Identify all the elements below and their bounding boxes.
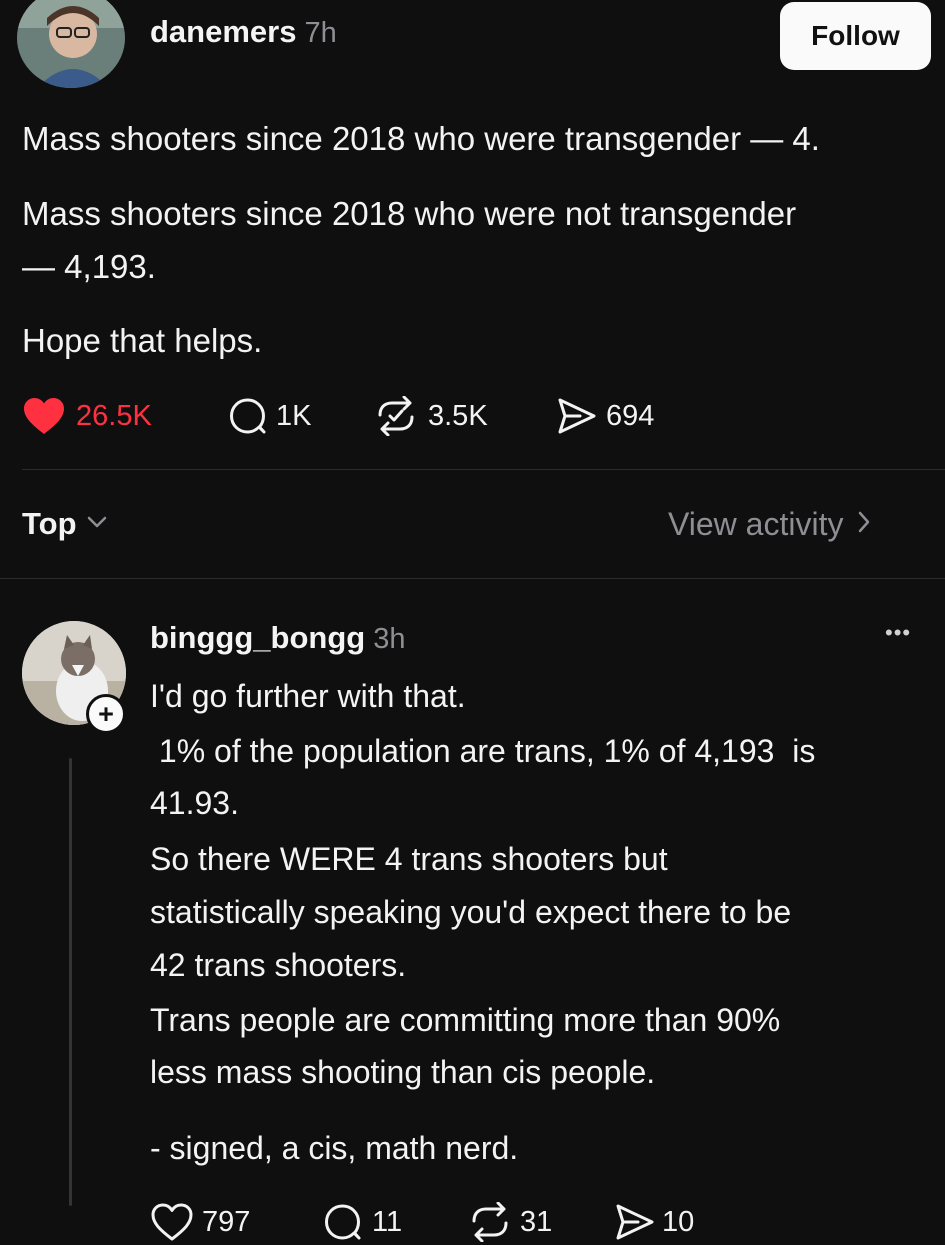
- send-icon: [556, 396, 598, 436]
- reply-line: statistically speaking you'd expect ther…: [150, 894, 792, 930]
- repost-icon: [372, 396, 420, 436]
- sort-label: Top: [22, 506, 77, 541]
- post-paragraph: Hope that helps.: [22, 322, 263, 359]
- like-button[interactable]: 26.5K: [22, 392, 152, 440]
- thread-line: [69, 758, 72, 1206]
- heart-icon: [150, 1202, 194, 1242]
- reply-author-username[interactable]: binggg_bongg: [150, 620, 365, 655]
- sort-dropdown[interactable]: Top: [22, 506, 107, 542]
- reply-line: less mass shooting than cis people.: [150, 1054, 656, 1090]
- repost-button[interactable]: 3.5K: [372, 394, 488, 438]
- post-paragraph: Mass shooters since 2018 who were transg…: [22, 120, 820, 157]
- reply-button[interactable]: 1K: [228, 394, 311, 438]
- reply-line: So there WERE 4 trans shooters but: [150, 841, 668, 877]
- post-paragraph: Mass shooters since 2018 who were not tr…: [22, 195, 797, 232]
- reply-line: Trans people are committing more than 90…: [150, 1002, 781, 1038]
- reply-share-button[interactable]: 10: [614, 1201, 694, 1243]
- reply-time: 3h: [373, 623, 406, 655]
- post-paragraph: — 4,193.: [22, 248, 156, 285]
- reply-line: - signed, a cis, math nerd.: [150, 1130, 519, 1166]
- more-options-icon[interactable]: •••: [885, 620, 911, 646]
- chevron-right-icon: [857, 510, 871, 539]
- heart-filled-icon: [22, 396, 66, 436]
- comment-icon: [322, 1202, 364, 1242]
- view-activity-link[interactable]: View activity: [668, 506, 871, 543]
- reply-reply-button[interactable]: 11: [322, 1201, 402, 1243]
- author-username[interactable]: danemers: [150, 14, 296, 49]
- view-activity-label: View activity: [668, 506, 844, 542]
- reply-like-button[interactable]: 797: [150, 1200, 250, 1244]
- send-icon: [614, 1202, 656, 1242]
- repost-icon: [466, 1202, 514, 1242]
- reply-line: 1% of the population are trans, 1% of 4,…: [150, 733, 816, 769]
- reply-share-count: 10: [662, 1205, 695, 1238]
- repost-count: 3.5K: [428, 399, 488, 432]
- reply-repost-count: 31: [520, 1205, 553, 1238]
- reply-header: binggg_bongg 3h: [150, 620, 405, 656]
- reply-line: I'd go further with that.: [150, 678, 466, 714]
- comment-icon: [228, 396, 268, 436]
- share-count: 694: [606, 399, 655, 432]
- divider: [0, 578, 945, 579]
- author-avatar[interactable]: [17, 0, 125, 88]
- chevron-down-icon: [87, 515, 107, 534]
- follow-reply-author-button[interactable]: +: [86, 694, 126, 734]
- reply-like-count: 797: [202, 1205, 251, 1238]
- reply-line: 41.93.: [150, 785, 239, 821]
- like-count: 26.5K: [76, 399, 152, 432]
- plus-icon: +: [98, 698, 114, 729]
- divider: [22, 469, 945, 470]
- reply-line: 42 trans shooters.: [150, 947, 407, 983]
- share-button[interactable]: 694: [556, 394, 654, 438]
- post-header: danemers 7h: [150, 14, 337, 50]
- reply-repost-button[interactable]: 31: [466, 1201, 552, 1243]
- post-time: 7h: [304, 17, 337, 49]
- follow-button[interactable]: Follow: [780, 2, 931, 70]
- reply-reply-count: 11: [372, 1205, 403, 1238]
- reply-count: 1K: [276, 399, 312, 432]
